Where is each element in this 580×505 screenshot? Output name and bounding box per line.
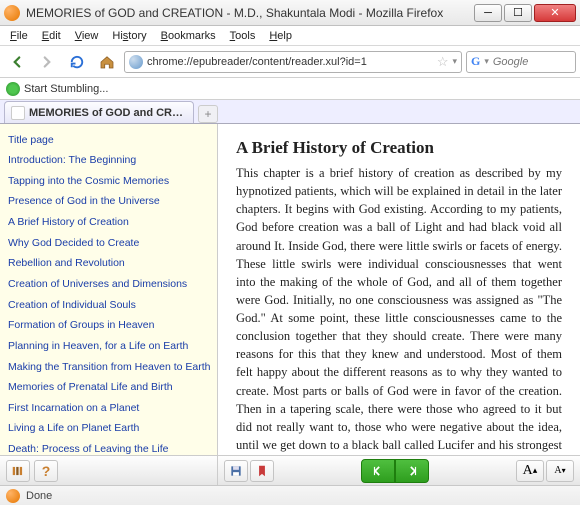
menu-tools[interactable]: Tools — [224, 28, 262, 44]
window-title: MEMORIES of GOD and CREATION - M.D., Sha… — [26, 6, 474, 20]
menu-history[interactable]: History — [106, 28, 152, 44]
toc-item[interactable]: Making the Transition from Heaven to Ear… — [8, 357, 215, 378]
toc-item[interactable]: Death: Process of Leaving the Life — [8, 440, 215, 455]
stumbleupon-icon[interactable] — [6, 82, 20, 96]
url-bar[interactable]: ☆ ▾ — [124, 51, 462, 73]
table-of-contents[interactable]: Title pageIntroduction: The BeginningTap… — [0, 124, 217, 455]
menu-bookmarks[interactable]: Bookmarks — [155, 28, 222, 44]
tab-active[interactable]: MEMORIES of GOD and CREATION - ... — [4, 101, 194, 123]
new-tab-button[interactable]: + — [198, 105, 218, 123]
toc-item[interactable]: A Brief History of Creation — [8, 213, 215, 234]
bookmark-star-icon[interactable]: ☆ — [437, 54, 449, 70]
minimize-button[interactable]: ─ — [474, 4, 502, 22]
search-engine-dropdown-icon[interactable]: ▾ — [484, 56, 489, 67]
toc-item[interactable]: Rebellion and Revolution — [8, 254, 215, 275]
toc-item[interactable]: Creation of Individual Souls — [8, 295, 215, 316]
bookmark-button[interactable] — [250, 460, 274, 482]
toc-item[interactable]: Title page — [8, 130, 215, 151]
library-button[interactable] — [6, 460, 30, 482]
stumble-toolbar: Start Stumbling... — [0, 78, 580, 100]
google-icon: G — [471, 54, 480, 69]
menu-help[interactable]: Help — [263, 28, 298, 44]
toc-item[interactable]: First Incarnation on a Planet — [8, 398, 215, 419]
firefox-icon — [4, 5, 20, 21]
navigation-toolbar: ☆ ▾ G ▾ — [0, 46, 580, 78]
search-input[interactable] — [493, 56, 571, 68]
next-page-button[interactable] — [395, 459, 429, 483]
font-increase-button[interactable]: A▴ — [516, 460, 544, 482]
toc-item[interactable]: Living a Life on Planet Earth — [8, 419, 215, 440]
prev-page-button[interactable] — [361, 459, 395, 483]
forward-button[interactable] — [34, 49, 60, 75]
status-bar: Done — [0, 485, 580, 505]
tab-bar: MEMORIES of GOD and CREATION - ... + — [0, 100, 580, 124]
stumble-label[interactable]: Start Stumbling... — [24, 83, 108, 95]
reader-pane: A Brief History of Creation This chapter… — [218, 124, 580, 485]
menu-file[interactable]: File — [4, 28, 34, 44]
reload-button[interactable] — [64, 49, 90, 75]
chapter-heading: A Brief History of Creation — [236, 138, 562, 158]
search-bar[interactable]: G ▾ — [466, 51, 576, 73]
dropdown-icon[interactable]: ▾ — [452, 56, 457, 67]
toc-item[interactable]: Presence of God in the Universe — [8, 192, 215, 213]
toc-item[interactable]: Formation of Groups in Heaven — [8, 316, 215, 337]
toc-item[interactable]: Planning in Heaven, for a Life on Earth — [8, 336, 215, 357]
chapter-text: This chapter is a brief history of creat… — [236, 164, 562, 455]
help-button[interactable]: ? — [34, 460, 58, 482]
reader-body[interactable]: A Brief History of Creation This chapter… — [218, 124, 580, 455]
toc-item[interactable]: Introduction: The Beginning — [8, 151, 215, 172]
toc-item[interactable]: Memories of Prenatal Life and Birth — [8, 378, 215, 399]
globe-icon — [129, 55, 143, 69]
menubar: File Edit View History Bookmarks Tools H… — [0, 26, 580, 46]
url-input[interactable] — [147, 56, 433, 68]
font-decrease-button[interactable]: A▾ — [546, 460, 574, 482]
sidebar: Title pageIntroduction: The BeginningTap… — [0, 124, 218, 485]
toc-item[interactable]: Tapping into the Cosmic Memories — [8, 171, 215, 192]
maximize-button[interactable]: ☐ — [504, 4, 532, 22]
status-favicon — [6, 489, 20, 503]
menu-view[interactable]: View — [69, 28, 105, 44]
status-text: Done — [26, 490, 52, 502]
back-button[interactable] — [4, 49, 30, 75]
toc-item[interactable]: Creation of Universes and Dimensions — [8, 274, 215, 295]
tab-favicon — [11, 106, 25, 120]
reader-toolbar: A▴ A▾ — [218, 455, 580, 485]
window-titlebar: MEMORIES of GOD and CREATION - M.D., Sha… — [0, 0, 580, 26]
save-button[interactable] — [224, 460, 248, 482]
content-area: Title pageIntroduction: The BeginningTap… — [0, 124, 580, 485]
close-button[interactable]: ✕ — [534, 4, 576, 22]
sidebar-toolbar: ? — [0, 455, 217, 485]
tab-label: MEMORIES of GOD and CREATION - ... — [29, 107, 187, 119]
menu-edit[interactable]: Edit — [36, 28, 67, 44]
toc-item[interactable]: Why God Decided to Create — [8, 233, 215, 254]
home-button[interactable] — [94, 49, 120, 75]
